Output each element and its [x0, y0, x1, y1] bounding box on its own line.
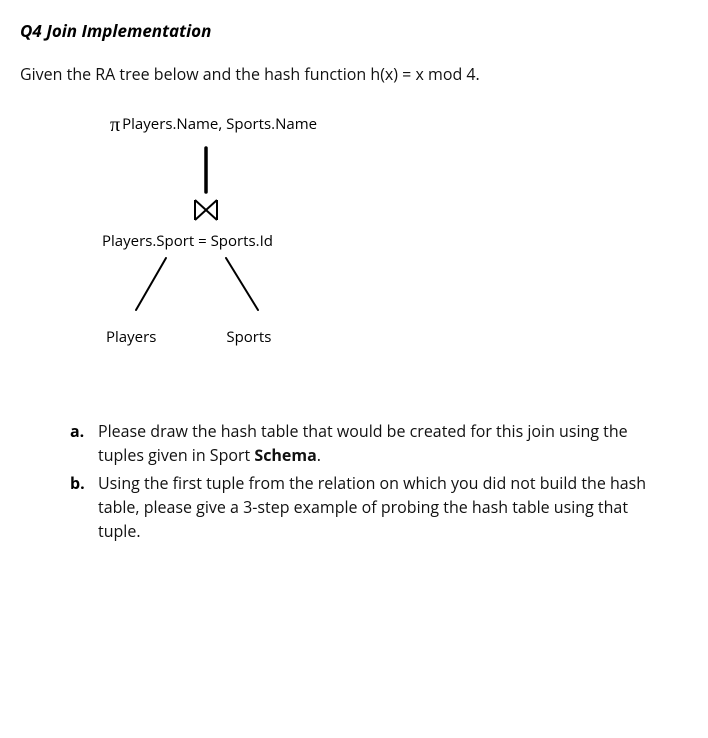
text-a-after: . — [317, 444, 321, 466]
question-b: b. Using the first tuple from the relati… — [70, 471, 658, 543]
join-symbol-icon — [106, 198, 688, 228]
text-a-before: Please draw the hash table that would be… — [98, 420, 628, 466]
leaf-sports: Sports — [226, 326, 271, 349]
question-a: a. Please draw the hash table that would… — [70, 419, 658, 467]
marker-b: b. — [70, 471, 92, 543]
text-a-bold: Schema — [254, 444, 316, 466]
projection-columns: Players.Name, Sports.Name — [122, 114, 317, 134]
leaf-row: Players Sports — [110, 326, 688, 349]
ra-tree: πPlayers.Name, Sports.Name Players.Sport… — [110, 110, 688, 349]
intro-text: Given the RA tree below and the hash fun… — [20, 62, 688, 86]
tree-branches — [106, 254, 688, 320]
pi-symbol: π — [110, 114, 120, 136]
leaf-players: Players — [106, 326, 156, 349]
marker-a: a. — [70, 419, 92, 467]
question-heading: Q4 Join Implementation — [20, 18, 688, 44]
text-a: Please draw the hash table that would be… — [98, 419, 658, 467]
projection-node: πPlayers.Name, Sports.Name — [110, 110, 688, 140]
question-list: a. Please draw the hash table that would… — [70, 419, 658, 543]
join-condition: Players.Sport = Sports.Id — [102, 230, 688, 253]
text-b: Using the first tuple from the relation … — [98, 471, 658, 543]
tree-line-vertical — [106, 146, 688, 200]
